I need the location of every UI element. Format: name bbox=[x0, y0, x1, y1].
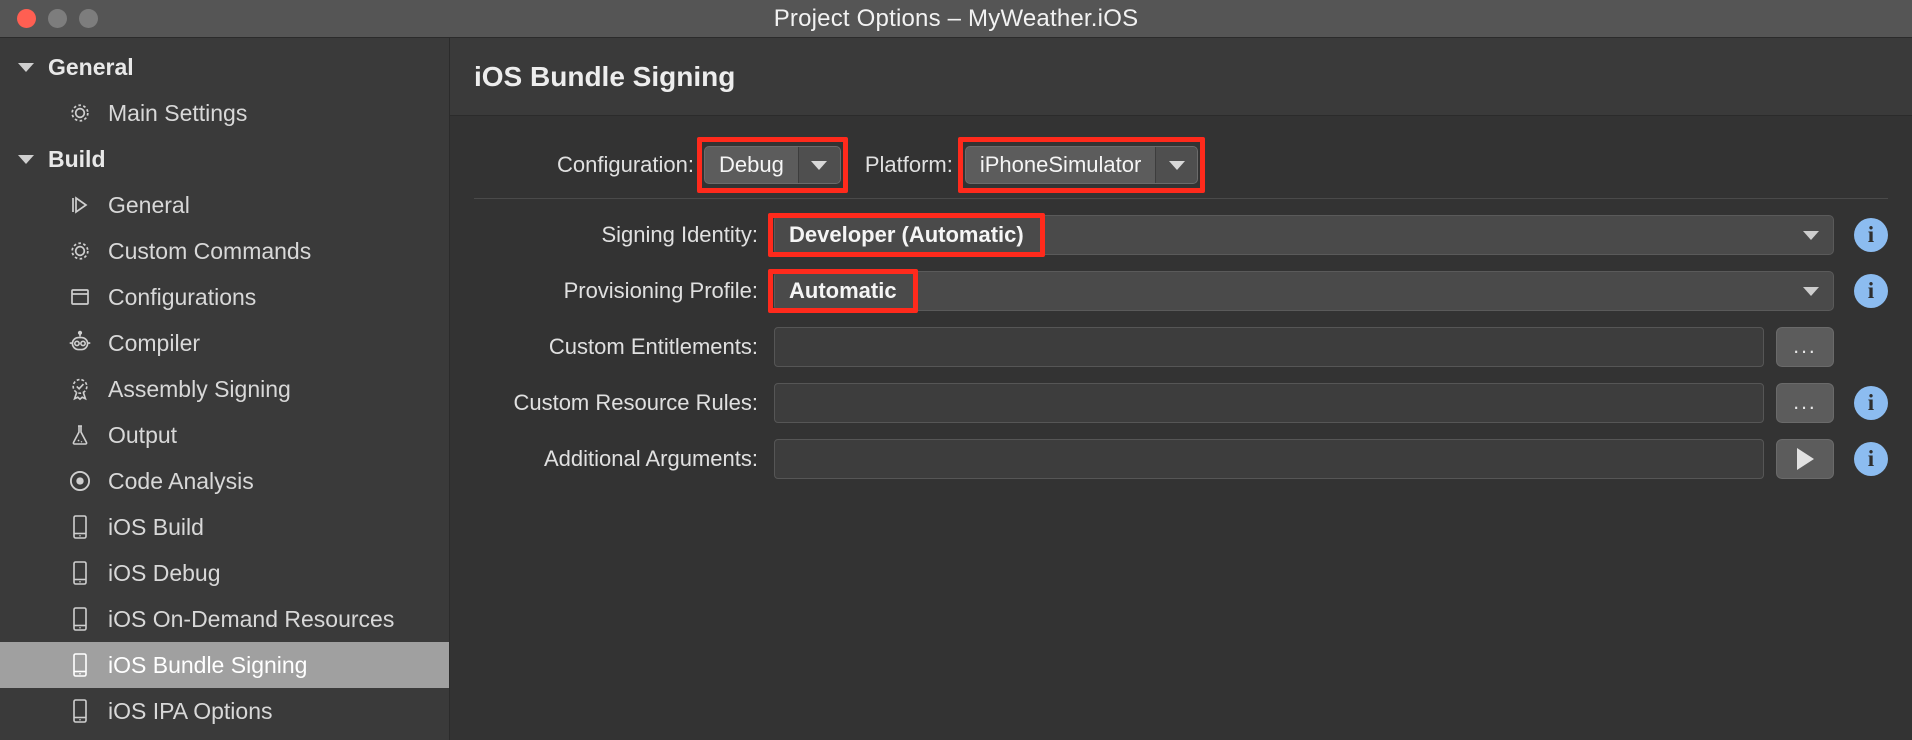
sidebar-item-custom-commands[interactable]: Custom Commands bbox=[0, 228, 449, 274]
divider bbox=[474, 198, 1888, 199]
additional-arguments-row: Additional Arguments: i bbox=[474, 431, 1888, 487]
custom-entitlements-browse-button[interactable]: ... bbox=[1776, 327, 1834, 367]
sidebar-group-general[interactable]: General bbox=[0, 44, 449, 90]
sidebar-group-label: General bbox=[48, 53, 134, 80]
signing-identity-info-icon[interactable]: i bbox=[1854, 218, 1888, 252]
square-icon bbox=[66, 283, 94, 311]
sidebar-item-label: Output bbox=[108, 421, 178, 448]
custom-resource-rules-row: Custom Resource Rules: ... i bbox=[474, 375, 1888, 431]
project-options-window: Project Options – MyWeather.iOS General … bbox=[0, 0, 1912, 740]
sidebar-item-general[interactable]: General bbox=[0, 182, 449, 228]
sidebar-item-label: iOS Debug bbox=[108, 559, 221, 586]
chevron-down-icon bbox=[18, 154, 34, 164]
chevron-down-icon bbox=[18, 62, 34, 72]
provisioning-profile-select[interactable]: Automatic bbox=[768, 269, 1834, 313]
sidebar-item-ios-build[interactable]: iOS Build bbox=[0, 504, 449, 550]
seal-check-icon bbox=[66, 375, 94, 403]
sidebar-group-build[interactable]: Build bbox=[0, 136, 449, 182]
configuration-highlight: Debug bbox=[697, 137, 848, 193]
zoom-button[interactable] bbox=[79, 9, 98, 28]
signing-identity-select[interactable]: Developer (Automatic) bbox=[768, 213, 1834, 257]
sidebar-item-code-analysis[interactable]: Code Analysis bbox=[0, 458, 449, 504]
sidebar-item-compiler[interactable]: Compiler bbox=[0, 320, 449, 366]
custom-entitlements-row: Custom Entitlements: ... bbox=[474, 319, 1888, 375]
settings-sidebar[interactable]: General Main Settings Build General Cust… bbox=[0, 38, 450, 740]
signing-identity-value: Developer (Automatic) bbox=[768, 213, 1045, 257]
chevron-down-icon[interactable] bbox=[797, 147, 840, 183]
sidebar-item-configurations[interactable]: Configurations bbox=[0, 274, 449, 320]
sidebar-item-ios-ipa-options[interactable]: iOS IPA Options bbox=[0, 688, 449, 734]
chevron-down-icon[interactable] bbox=[1155, 147, 1198, 183]
flask-icon bbox=[66, 421, 94, 449]
radio-dot-icon bbox=[66, 467, 94, 495]
additional-arguments-input[interactable] bbox=[774, 439, 1764, 479]
configuration-value: Debug bbox=[719, 152, 784, 177]
provisioning-profile-label: Provisioning Profile: bbox=[563, 278, 758, 303]
window-controls bbox=[0, 9, 98, 28]
sidebar-item-ios-bundle-signing[interactable]: iOS Bundle Signing bbox=[0, 642, 449, 688]
provisioning-profile-value: Automatic bbox=[768, 269, 918, 313]
custom-entitlements-input[interactable] bbox=[774, 327, 1764, 367]
custom-entitlements-label: Custom Entitlements: bbox=[548, 334, 758, 359]
main-panel: iOS Bundle Signing Configuration: Debug bbox=[450, 38, 1912, 740]
sidebar-item-output[interactable]: Output bbox=[0, 412, 449, 458]
provisioning-profile-info-icon[interactable]: i bbox=[1854, 274, 1888, 308]
configuration-dropdown[interactable]: Debug bbox=[704, 146, 841, 184]
sidebar-item-ios-on-demand-resources[interactable]: iOS On-Demand Resources bbox=[0, 596, 449, 642]
sidebar-item-label: iOS IPA Options bbox=[108, 697, 273, 724]
platform-label: Platform: bbox=[864, 152, 953, 177]
sidebar-item-label: Compiler bbox=[108, 329, 201, 356]
panel-header: iOS Bundle Signing bbox=[450, 38, 1912, 116]
sidebar-item-label: Code Analysis bbox=[108, 467, 254, 494]
sidebar-item-label: General bbox=[108, 191, 190, 218]
provisioning-profile-row: Provisioning Profile: Automatic i bbox=[474, 263, 1888, 319]
sidebar-item-label: iOS Build bbox=[108, 513, 204, 540]
gear-icon bbox=[66, 99, 94, 127]
chevron-down-icon[interactable] bbox=[1803, 230, 1833, 240]
sidebar-item-label: Custom Commands bbox=[108, 237, 312, 264]
sidebar-item-label: iOS Bundle Signing bbox=[108, 651, 308, 678]
custom-resource-rules-input[interactable] bbox=[774, 383, 1764, 423]
gear-icon bbox=[66, 237, 94, 265]
custom-resource-rules-info-icon[interactable]: i bbox=[1854, 386, 1888, 420]
robot-icon bbox=[66, 329, 94, 357]
additional-arguments-info-icon[interactable]: i bbox=[1854, 442, 1888, 476]
sidebar-item-label: Assembly Signing bbox=[108, 375, 291, 402]
page-title: iOS Bundle Signing bbox=[474, 60, 736, 92]
phone-icon bbox=[66, 651, 94, 679]
sidebar-group-label: Build bbox=[48, 145, 106, 172]
window-body: General Main Settings Build General Cust… bbox=[0, 38, 1912, 740]
signing-identity-row: Signing Identity: Developer (Automatic) … bbox=[474, 207, 1888, 263]
signing-identity-label: Signing Identity: bbox=[601, 222, 758, 247]
close-button[interactable] bbox=[17, 9, 36, 28]
custom-resource-rules-browse-button[interactable]: ... bbox=[1776, 383, 1834, 423]
phone-icon bbox=[66, 605, 94, 633]
platform-dropdown[interactable]: iPhoneSimulator bbox=[964, 146, 1199, 184]
configuration-row: Configuration: Debug Platform: iPhoneSim bbox=[474, 137, 1888, 193]
platform-highlight: iPhoneSimulator bbox=[957, 137, 1206, 193]
sidebar-item-assembly-signing[interactable]: Assembly Signing bbox=[0, 366, 449, 412]
phone-icon bbox=[66, 513, 94, 541]
play-outline-icon bbox=[66, 191, 94, 219]
play-icon bbox=[1796, 448, 1814, 470]
chevron-down-icon[interactable] bbox=[1803, 286, 1833, 296]
sidebar-item-label: Configurations bbox=[108, 283, 257, 310]
sidebar-item-main-settings[interactable]: Main Settings bbox=[0, 90, 449, 136]
platform-value: iPhoneSimulator bbox=[979, 152, 1142, 177]
sidebar-item-label: iOS On-Demand Resources bbox=[108, 605, 395, 632]
panel-content: Configuration: Debug Platform: iPhoneSim bbox=[450, 116, 1912, 740]
custom-resource-rules-label: Custom Resource Rules: bbox=[513, 390, 758, 415]
phone-icon bbox=[66, 697, 94, 725]
minimize-button[interactable] bbox=[48, 9, 67, 28]
sidebar-item-label: Main Settings bbox=[108, 99, 248, 126]
phone-icon bbox=[66, 559, 94, 587]
sidebar-item-ios-debug[interactable]: iOS Debug bbox=[0, 550, 449, 596]
additional-arguments-label: Additional Arguments: bbox=[543, 446, 758, 471]
window-titlebar: Project Options – MyWeather.iOS bbox=[0, 0, 1912, 38]
configuration-label: Configuration: bbox=[557, 152, 694, 177]
additional-arguments-run-button[interactable] bbox=[1776, 439, 1834, 479]
window-title: Project Options – MyWeather.iOS bbox=[773, 4, 1139, 32]
